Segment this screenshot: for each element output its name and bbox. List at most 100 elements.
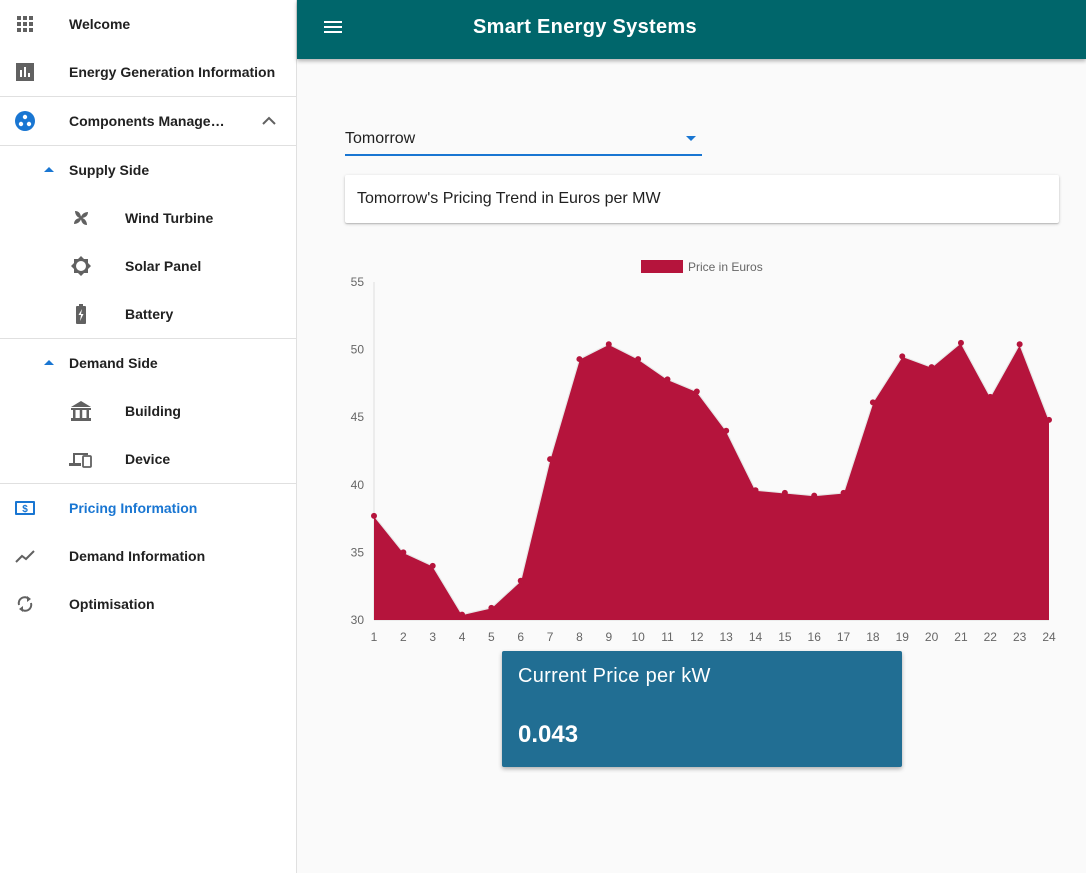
sidebar-item-demand-side[interactable]: Demand Side xyxy=(0,339,296,387)
x-tick-label: 9 xyxy=(605,630,612,644)
x-tick-label: 14 xyxy=(749,630,763,644)
data-point xyxy=(869,399,876,406)
chevron-up-icon[interactable] xyxy=(257,109,281,133)
day-select[interactable]: Tomorrow xyxy=(345,124,702,156)
data-point xyxy=(957,339,964,346)
x-tick-label: 18 xyxy=(866,630,880,644)
x-tick-label: 7 xyxy=(547,630,554,644)
data-point xyxy=(605,341,612,348)
price-value: 0.043 xyxy=(518,721,579,748)
trending-icon xyxy=(13,544,37,568)
sidebar-item-pricing-information[interactable]: $ Pricing Information xyxy=(0,484,296,532)
sidebar-item-label: Supply Side xyxy=(69,162,150,178)
x-tick-label: 1 xyxy=(371,630,378,644)
data-point xyxy=(752,487,759,494)
pricing-chart: 3035404550551 2 3 4 5 6 7 8 9 10 11 12 13 14 15 16 17 18 1… xyxy=(351,260,1056,644)
chart-title-card: Tomorrow's Pricing Trend in Euros per MW xyxy=(345,175,1059,223)
x-tick-label: 23 xyxy=(1013,630,1027,644)
data-point xyxy=(429,562,436,569)
sidebar-item-label: Optimisation xyxy=(69,596,155,612)
y-tick-label: 55 xyxy=(351,275,365,289)
data-point xyxy=(899,353,906,360)
series-area xyxy=(374,342,1049,620)
sidebar-item-battery[interactable]: Battery xyxy=(0,290,296,338)
x-tick-label: 22 xyxy=(984,630,998,644)
sidebar-item-label: Building xyxy=(125,403,181,419)
x-tick-label: 17 xyxy=(837,630,851,644)
sync-icon xyxy=(13,592,37,616)
sidebar-item-label: Components Manage… xyxy=(69,113,225,129)
sidebar-item-demand-information[interactable]: Demand Information xyxy=(0,532,296,580)
sidebar-item-label: Battery xyxy=(125,306,174,322)
data-point xyxy=(576,356,583,363)
select-value: Tomorrow xyxy=(345,130,416,147)
menu-icon[interactable] xyxy=(321,15,345,39)
sidebar-item-optimisation[interactable]: Optimisation xyxy=(0,580,296,628)
data-point xyxy=(517,577,524,584)
x-tick-label: 19 xyxy=(896,630,910,644)
x-tick-label: 3 xyxy=(429,630,436,644)
sidebar-item-welcome[interactable]: Welcome xyxy=(0,0,296,48)
svg-text:$: $ xyxy=(22,504,28,515)
data-point xyxy=(635,356,642,363)
x-tick-label: 11 xyxy=(661,630,674,644)
price-title: Current Price per kW xyxy=(518,665,711,687)
caret-up-icon xyxy=(43,351,67,375)
data-point xyxy=(371,512,377,519)
apps-grid-icon xyxy=(13,12,37,36)
sidebar-item-label: Energy Generation Information xyxy=(69,64,276,80)
data-point xyxy=(1016,341,1023,348)
caret-up-icon xyxy=(43,158,67,182)
sidebar: Welcome Energy Generation Information Co… xyxy=(0,0,297,873)
sidebar-item-energy-generation[interactable]: Energy Generation Information xyxy=(0,48,296,96)
app-title: Smart Energy Systems xyxy=(473,16,697,38)
y-tick-label: 30 xyxy=(351,613,365,627)
x-tick-label: 8 xyxy=(576,630,583,644)
x-tick-label: 2 xyxy=(400,630,407,644)
sun-icon xyxy=(69,254,93,278)
sidebar-item-wind-turbine[interactable]: Wind Turbine xyxy=(0,194,296,242)
data-point xyxy=(987,393,994,400)
data-point xyxy=(840,489,847,496)
sidebar-item-label: Demand Information xyxy=(69,548,206,564)
data-point xyxy=(1046,416,1052,423)
chart-title: Tomorrow's Pricing Trend in Euros per MW xyxy=(357,190,661,207)
sidebar-item-building[interactable]: Building xyxy=(0,387,296,435)
x-tick-label: 6 xyxy=(517,630,524,644)
current-price-card: Current Price per kW 0.043 xyxy=(502,651,902,767)
data-point xyxy=(547,456,554,463)
sidebar-item-label: Welcome xyxy=(69,16,131,32)
data-point xyxy=(723,427,730,434)
sidebar-item-label: Solar Panel xyxy=(125,258,202,274)
x-tick-label: 15 xyxy=(778,630,792,644)
sidebar-item-solar-panel[interactable]: Solar Panel xyxy=(0,242,296,290)
app-bar: Smart Energy Systems xyxy=(297,0,1086,59)
data-point xyxy=(781,489,788,496)
sidebar-item-label: Pricing Information xyxy=(69,500,198,516)
x-tick-label: 24 xyxy=(1042,630,1056,644)
data-point xyxy=(488,604,495,611)
bar-chart-icon xyxy=(13,60,37,84)
sidebar-item-supply-side[interactable]: Supply Side xyxy=(0,146,296,194)
dollar-icon: $ xyxy=(13,496,37,520)
x-tick-label: 12 xyxy=(690,630,704,644)
x-tick-label: 16 xyxy=(808,630,822,644)
data-point xyxy=(400,549,407,556)
data-point xyxy=(928,364,935,371)
sidebar-item-device[interactable]: Device xyxy=(0,435,296,483)
y-tick-label: 35 xyxy=(351,545,365,559)
x-tick-label: 20 xyxy=(925,630,939,644)
dropdown-arrow-icon xyxy=(686,136,696,141)
data-point xyxy=(811,492,818,499)
y-tick-label: 50 xyxy=(351,343,365,357)
sidebar-item-label: Demand Side xyxy=(69,355,158,371)
x-tick-label: 4 xyxy=(459,630,466,644)
sidebar-item-components-management[interactable]: Components Manage… xyxy=(0,97,296,145)
legend-label: Price in Euros xyxy=(688,260,763,274)
legend-swatch xyxy=(641,260,683,273)
building-icon xyxy=(69,399,93,423)
y-tick-label: 40 xyxy=(351,478,365,492)
data-point xyxy=(459,611,466,618)
devices-icon xyxy=(69,447,93,471)
x-tick-label: 10 xyxy=(631,630,645,644)
